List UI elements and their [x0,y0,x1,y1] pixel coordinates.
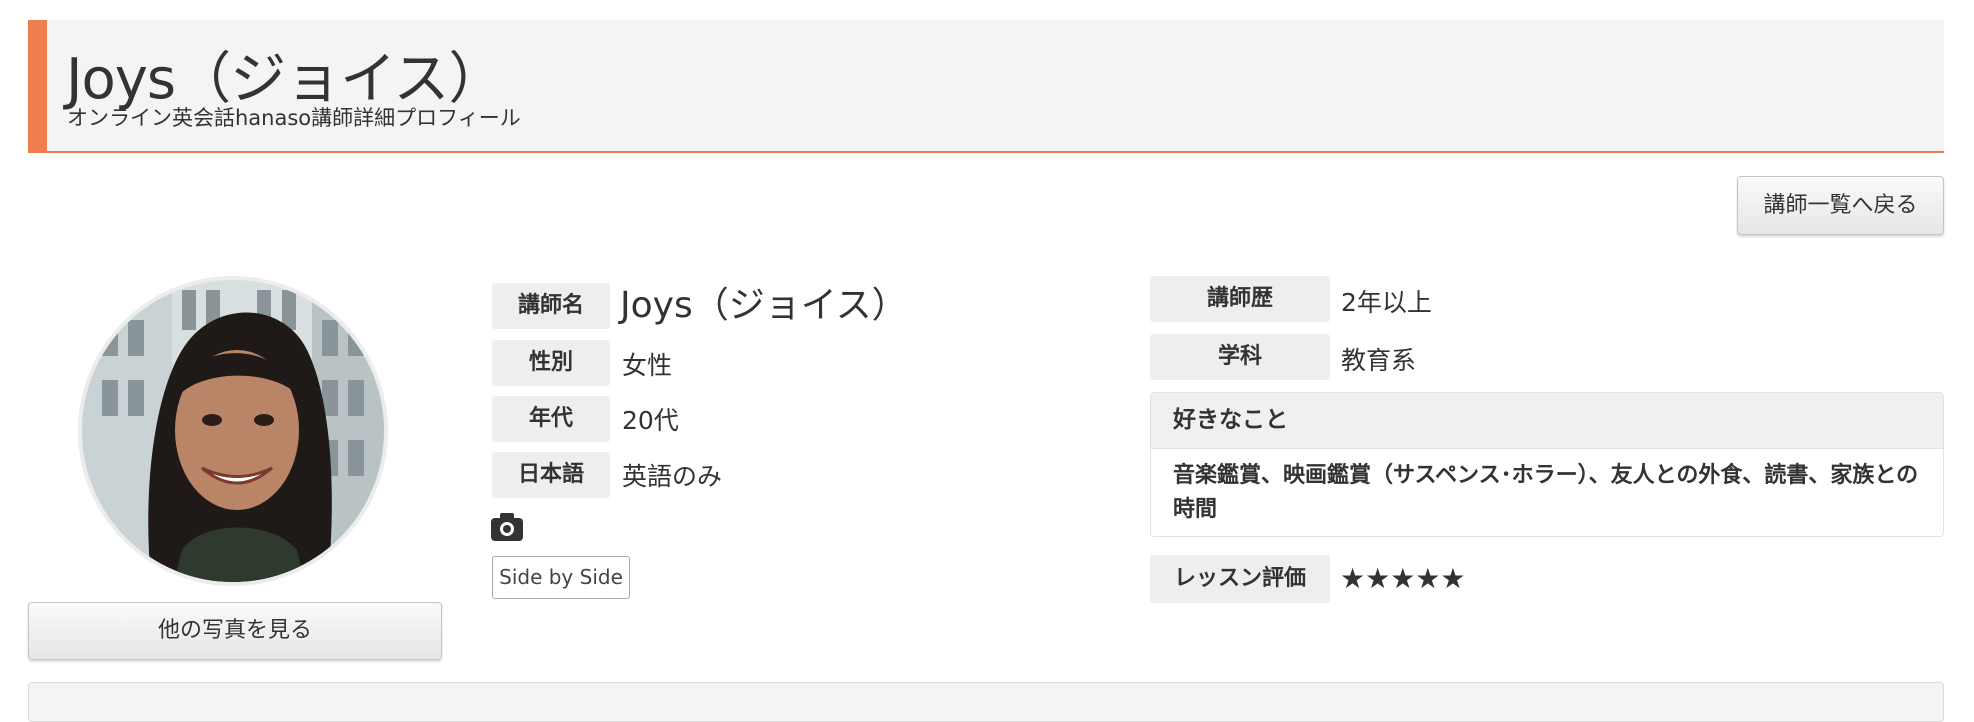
name-label: 講師名 [492,283,610,329]
likes-value: 音楽鑑賞、映画鑑賞（サスペンス･ホラー）、友人との外食、読書、家族との時間 [1173,463,1919,522]
japanese-value: 英語のみ [622,462,723,491]
likes-label: 好きなこと [1151,393,1943,449]
teacher-avatar [78,276,388,586]
japanese-label: 日本語 [492,452,610,498]
likes-panel: 好きなこと 音楽鑑賞、映画鑑賞（サスペンス･ホラー）、友人との外食、読書、家族と… [1150,392,1944,537]
next-section-panel [28,682,1944,722]
page-header: Joys（ジョイス） オンライン英会話hanaso講師詳細プロフィール [28,20,1944,153]
more-photos-button[interactable]: 他の写真を見る [28,602,442,660]
rating-stars: ★★★★★ [1340,562,1466,595]
back-to-list-button[interactable]: 講師一覧へ戻る [1737,176,1944,235]
career-value: 2年以上 [1341,288,1432,317]
header-accent-bar [28,20,47,151]
gender-value: 女性 [622,351,673,380]
age-value: 20代 [622,406,679,435]
career-label: 講師歴 [1150,276,1330,322]
name-value: Joys（ジョイス） [620,285,908,326]
gender-label: 性別 [492,340,610,386]
major-value: 教育系 [1341,346,1417,375]
major-label: 学科 [1150,334,1330,380]
rating-label: レッスン評価 [1150,555,1330,603]
teacher-photo [82,280,384,582]
page-subtitle: オンライン英会話hanaso講師詳細プロフィール [67,106,521,130]
side-by-side-badge: Side by Side [492,556,630,599]
camera-icon [491,513,523,541]
age-label: 年代 [492,396,610,442]
